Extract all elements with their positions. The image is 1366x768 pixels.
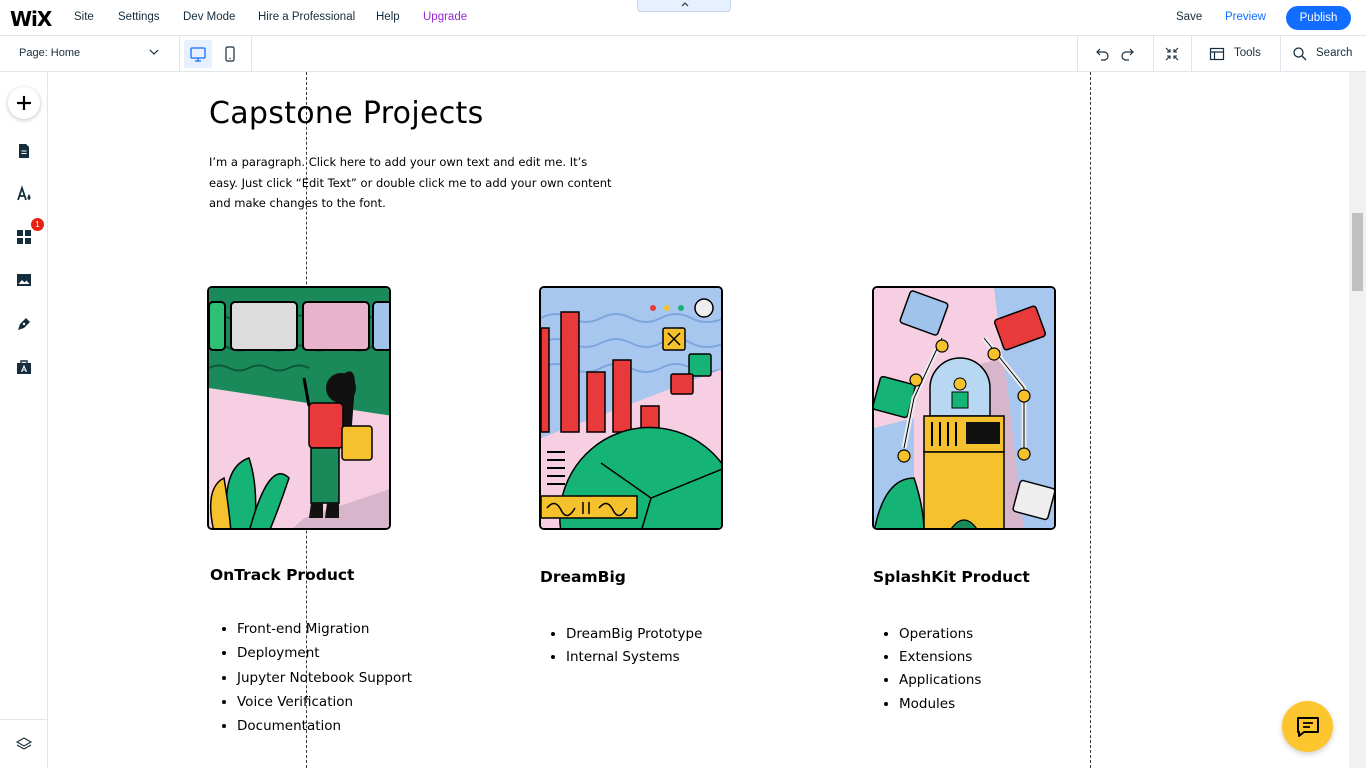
card-title-splashkit[interactable]: SplashKit Product xyxy=(873,568,1030,586)
list-item: Internal Systems xyxy=(566,649,702,672)
dreambig-image xyxy=(541,288,721,528)
apps-icon xyxy=(17,230,31,244)
ontrack-image xyxy=(209,288,389,528)
list-item: Applications xyxy=(899,672,981,695)
search-button[interactable]: Search xyxy=(1316,47,1352,59)
publish-button[interactable]: Publish xyxy=(1286,6,1351,30)
layers-icon xyxy=(15,737,33,750)
desktop-view-button[interactable] xyxy=(184,40,212,68)
business-icon xyxy=(17,360,31,374)
card-title-dreambig[interactable]: DreamBig xyxy=(540,568,626,586)
divider xyxy=(1153,36,1154,71)
undo-icon[interactable] xyxy=(1093,45,1111,63)
design-button[interactable] xyxy=(8,178,40,210)
list-item: Jupyter Notebook Support xyxy=(237,670,412,694)
blog-button[interactable] xyxy=(8,308,40,340)
divider xyxy=(1077,36,1078,71)
page-selector-label: Page: Home xyxy=(19,47,81,59)
dreambig-list[interactable]: DreamBig Prototype Internal Systems xyxy=(538,626,702,672)
divider xyxy=(251,36,252,71)
menu-dev-mode[interactable]: Dev Mode xyxy=(183,11,235,23)
top-bar: WiX Site Settings Dev Mode Hire a Profes… xyxy=(0,0,1366,36)
tools-icon[interactable] xyxy=(1208,45,1226,63)
list-item: Front-end Migration xyxy=(237,621,412,645)
divider xyxy=(1191,36,1192,71)
splashkit-list[interactable]: Operations Extensions Applications Modul… xyxy=(871,626,981,719)
business-button[interactable] xyxy=(8,351,40,383)
menu-help[interactable]: Help xyxy=(376,11,400,23)
chat-icon xyxy=(1296,716,1319,737)
redo-icon[interactable] xyxy=(1119,45,1137,63)
left-sidebar: 1 xyxy=(0,72,48,768)
list-item: Modules xyxy=(899,696,981,719)
page-heading[interactable]: Capstone Projects xyxy=(209,96,484,131)
list-item: Operations xyxy=(899,626,981,649)
divider xyxy=(1280,36,1281,71)
splashkit-image xyxy=(874,288,1054,528)
pages-button[interactable] xyxy=(8,135,40,167)
media-button[interactable] xyxy=(8,264,40,296)
scrollbar-thumb[interactable] xyxy=(1352,213,1363,291)
list-item: Documentation xyxy=(237,718,412,742)
menu-upgrade[interactable]: Upgrade xyxy=(423,11,467,23)
list-item: Deployment xyxy=(237,645,412,669)
paragraph-text[interactable]: I’m a paragraph. Click here to add your … xyxy=(209,152,619,214)
chevron-down-icon xyxy=(149,49,159,55)
mobile-view-button[interactable] xyxy=(218,40,242,68)
mobile-icon xyxy=(225,46,235,62)
layers-button[interactable] xyxy=(8,728,40,760)
desktop-icon xyxy=(190,47,206,62)
dreambig-illustration[interactable] xyxy=(539,286,723,530)
chat-button[interactable] xyxy=(1282,701,1333,752)
pages-icon xyxy=(19,144,29,158)
add-icon xyxy=(17,96,31,110)
splashkit-illustration[interactable] xyxy=(872,286,1056,530)
save-button[interactable]: Save xyxy=(1176,11,1202,23)
ontrack-list[interactable]: Front-end Migration Deployment Jupyter N… xyxy=(209,621,412,742)
page-selector[interactable]: Page: Home xyxy=(0,36,180,71)
preview-button[interactable]: Preview xyxy=(1225,11,1266,23)
menu-settings[interactable]: Settings xyxy=(118,11,160,23)
list-item: Extensions xyxy=(899,649,981,672)
vertical-scrollbar[interactable] xyxy=(1349,72,1366,768)
chevron-up-icon xyxy=(681,2,689,7)
search-icon[interactable] xyxy=(1291,45,1309,63)
add-elements-button[interactable] xyxy=(8,87,40,119)
menu-site[interactable]: Site xyxy=(74,11,94,23)
card-title-ontrack[interactable]: OnTrack Product xyxy=(210,566,354,584)
gridline-right xyxy=(1090,72,1091,768)
ontrack-illustration[interactable] xyxy=(207,286,391,530)
blog-icon xyxy=(18,318,30,330)
list-item: Voice Verification xyxy=(237,694,412,718)
notification-badge: 1 xyxy=(31,218,44,231)
tools-button[interactable]: Tools xyxy=(1234,47,1261,59)
media-icon xyxy=(17,274,31,286)
editor-toolbar: Page: Home Tools Search xyxy=(0,36,1366,72)
menu-hire-professional[interactable]: Hire a Professional xyxy=(258,11,355,23)
editor-canvas[interactable]: Capstone Projects I’m a paragraph. Click… xyxy=(49,72,1349,768)
divider xyxy=(0,719,48,720)
collapse-topbar-tab[interactable] xyxy=(637,0,731,12)
zoom-out-icon[interactable] xyxy=(1163,45,1181,63)
list-item: DreamBig Prototype xyxy=(566,626,702,649)
design-icon xyxy=(17,185,31,201)
wix-logo[interactable]: WiX xyxy=(10,7,52,31)
